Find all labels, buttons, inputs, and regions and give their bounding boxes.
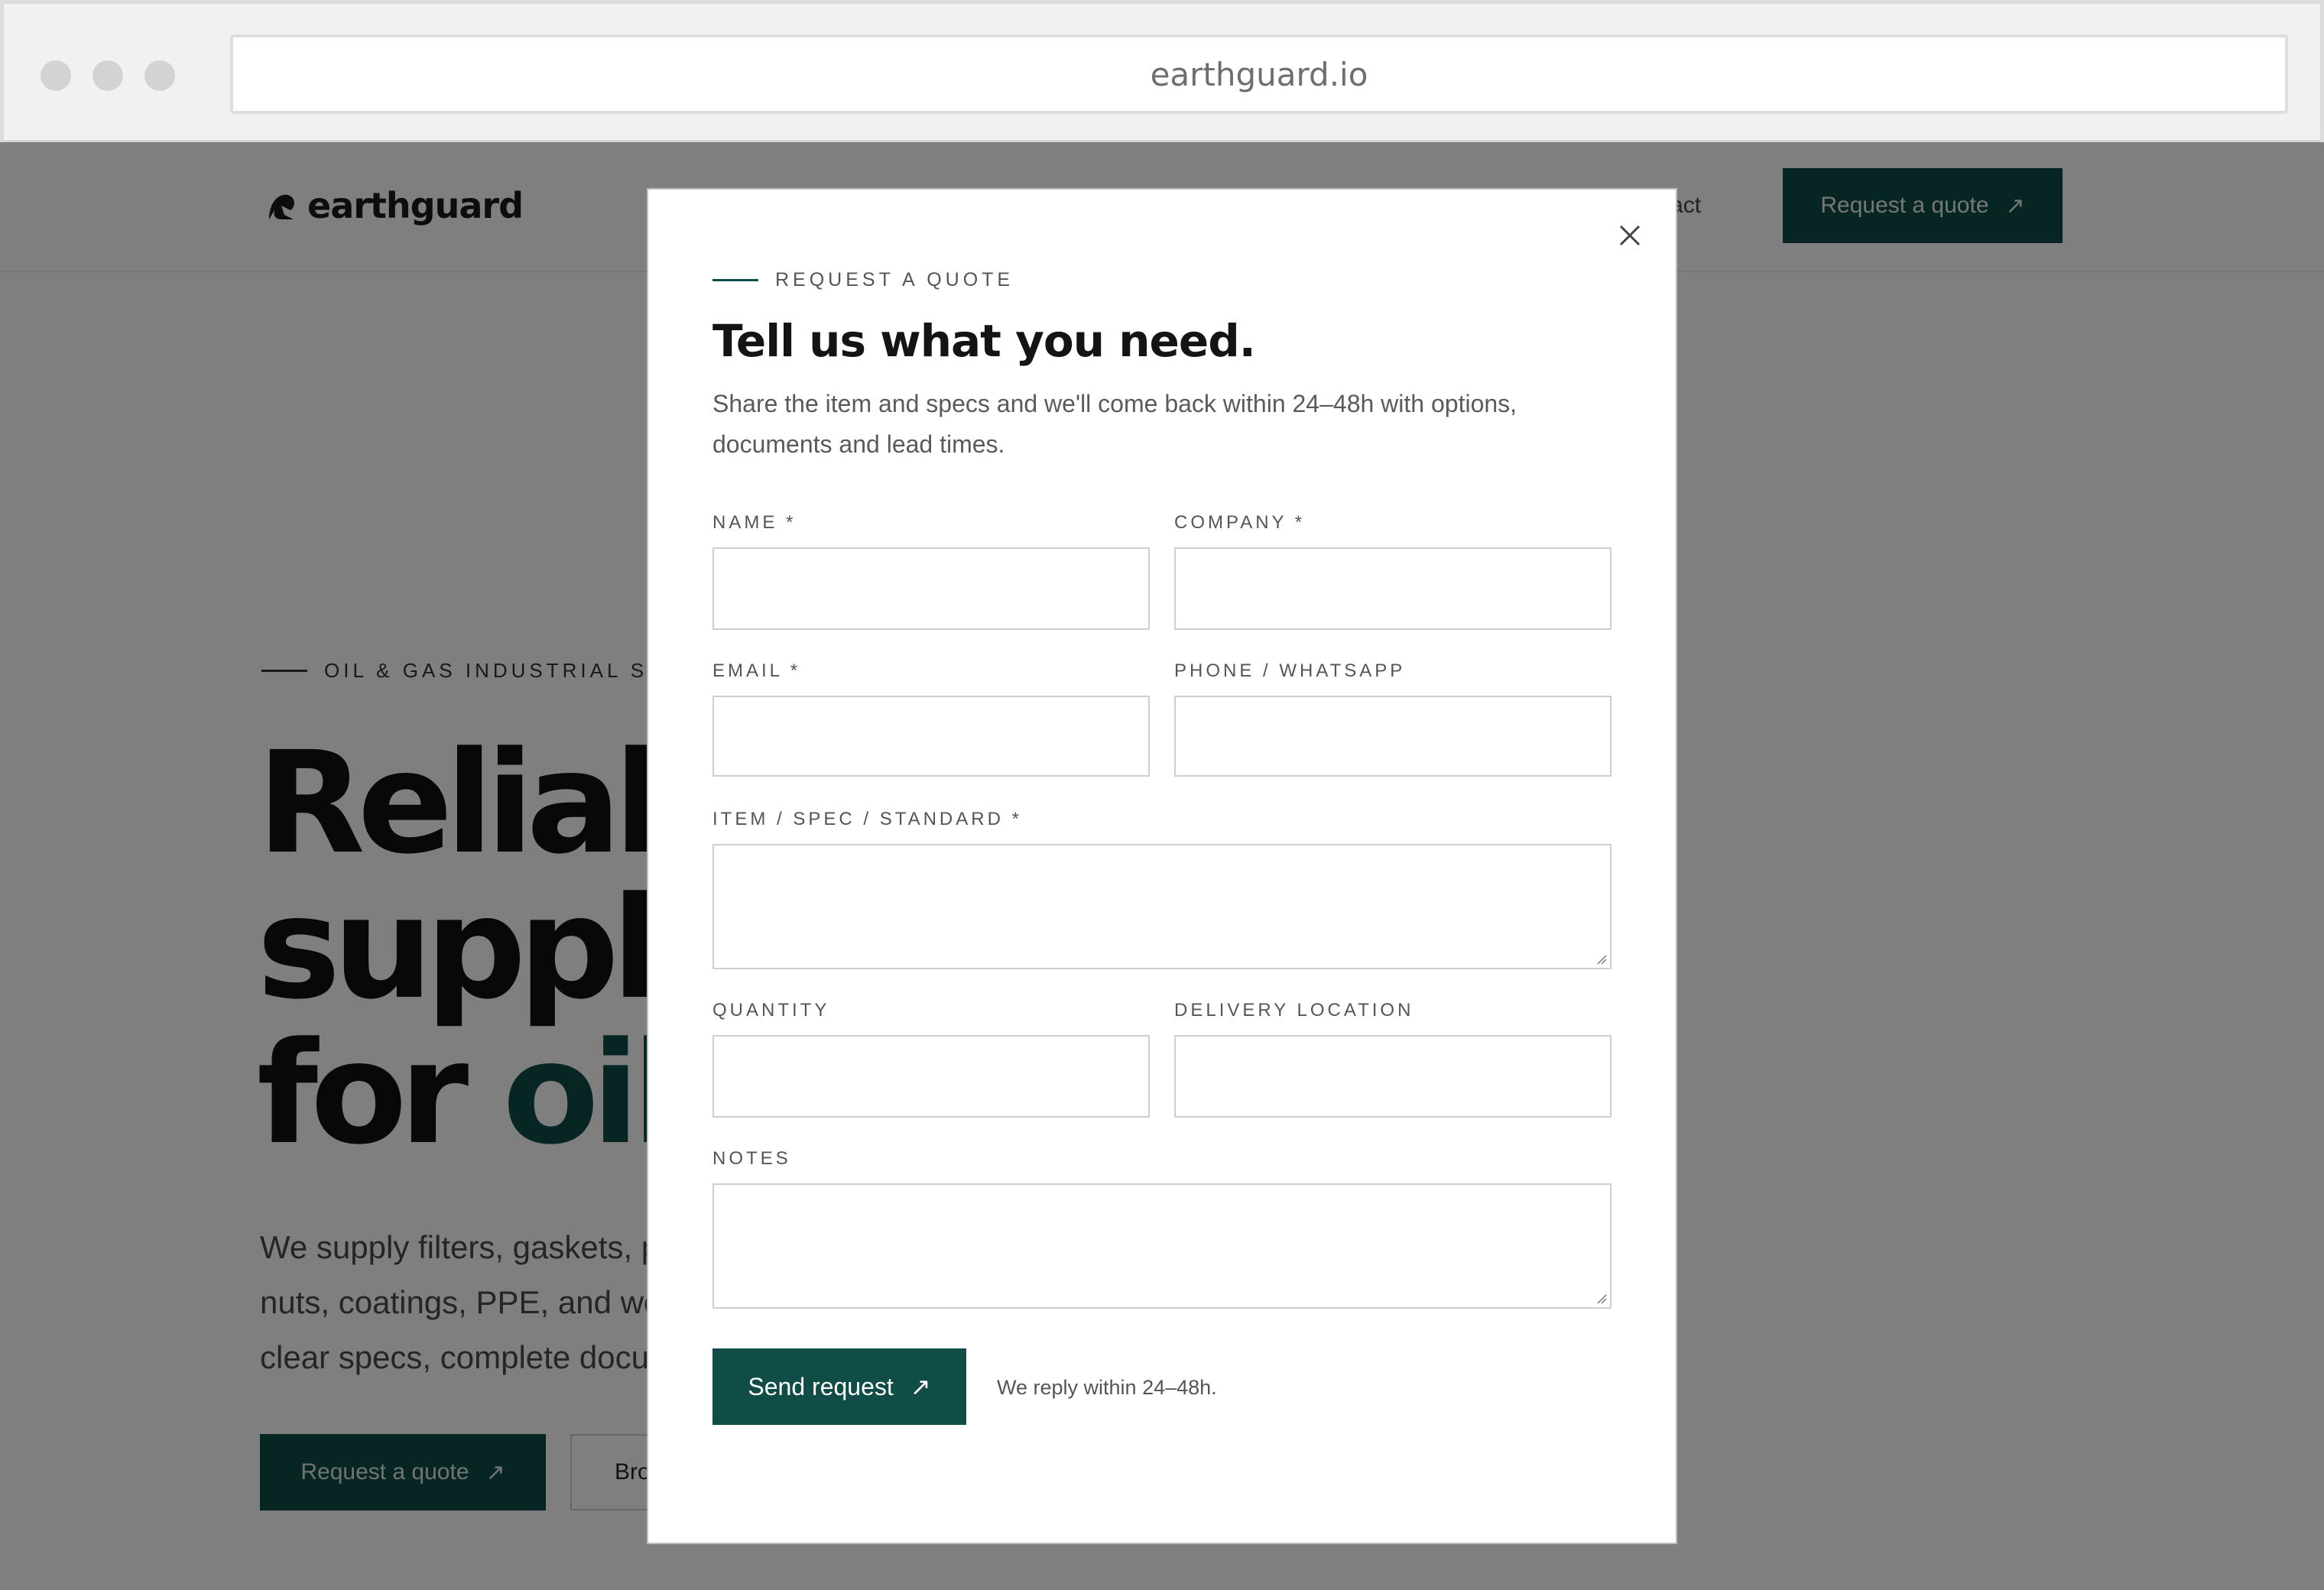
company-input[interactable]	[1174, 547, 1612, 630]
notes-textarea[interactable]	[712, 1183, 1612, 1309]
name-label: NAME *	[712, 512, 797, 533]
modal-description: Share the item and specs and we'll come …	[712, 390, 1517, 458]
delivery-location-label: DELIVERY LOCATION	[1174, 1000, 1414, 1021]
address-bar-url: earthguard.io	[1150, 55, 1368, 93]
resize-grip-icon[interactable]	[1595, 1292, 1607, 1304]
close-modal-button[interactable]	[1613, 219, 1647, 252]
reply-time-note: We reply within 24–48h.	[997, 1376, 1217, 1399]
window-maximize-dot[interactable]	[144, 60, 175, 91]
window-close-dot[interactable]	[41, 60, 71, 91]
company-label: COMPANY *	[1174, 512, 1306, 533]
quantity-input[interactable]	[712, 1035, 1150, 1118]
address-bar[interactable]: earthguard.io	[230, 34, 2288, 114]
resize-grip-icon[interactable]	[1595, 952, 1607, 965]
phone-input[interactable]	[1174, 696, 1612, 777]
modal-eyebrow-text: REQUEST A QUOTE	[775, 269, 1014, 290]
email-input[interactable]	[712, 696, 1150, 777]
send-request-label: Send request	[748, 1372, 894, 1400]
item-spec-textarea[interactable]	[712, 844, 1612, 969]
email-label: EMAIL *	[712, 660, 801, 681]
window-minimize-dot[interactable]	[93, 60, 123, 91]
name-input[interactable]	[712, 547, 1150, 630]
browser-chrome: earthguard.io	[0, 0, 2324, 142]
delivery-location-input[interactable]	[1174, 1035, 1612, 1118]
quantity-label: QUANTITY	[712, 1000, 830, 1021]
item-spec-label: ITEM / SPEC / STANDARD *	[712, 809, 1022, 829]
notes-label: NOTES	[712, 1148, 791, 1169]
close-icon	[1619, 225, 1641, 246]
modal-title: Tell us what you need.	[712, 315, 1256, 367]
modal-eyebrow: REQUEST A QUOTE	[712, 269, 1014, 291]
modal-eyebrow-rule	[712, 279, 758, 281]
arrow-up-right-icon: ↗	[910, 1373, 931, 1400]
send-request-button[interactable]: Send request ↗	[712, 1348, 966, 1425]
phone-label: PHONE / WHATSAPP	[1174, 660, 1406, 681]
